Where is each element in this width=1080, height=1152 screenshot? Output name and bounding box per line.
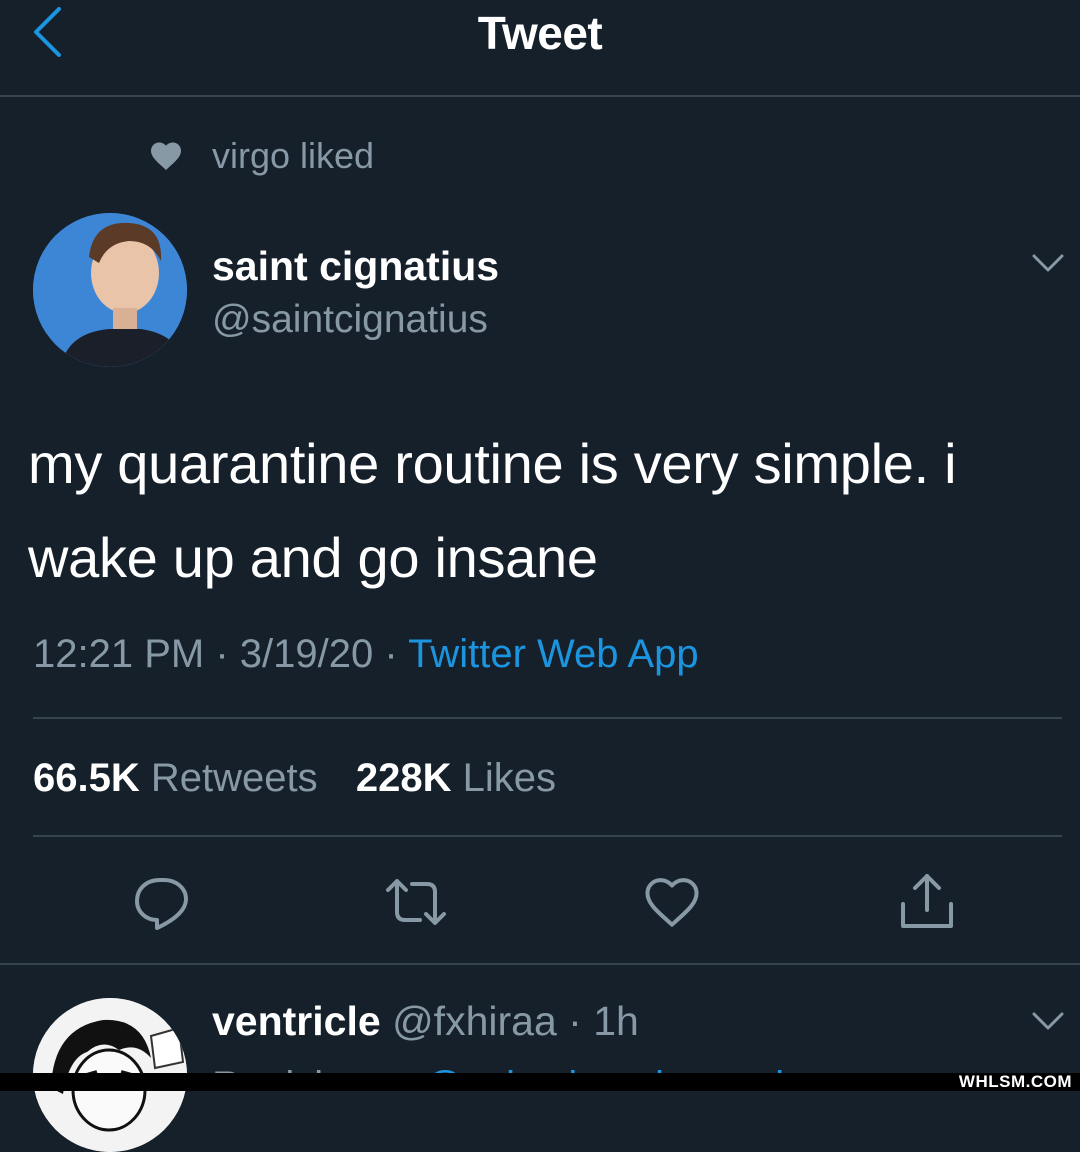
reply-meta-separator: · [556, 998, 594, 1044]
reply-context: Replying to @saintcignatius and [212, 1054, 784, 1073]
retweets-label: Retweets [150, 756, 318, 800]
reply-header: ventricle @fxhiraa · 1h [212, 998, 639, 1045]
reply-author-handle[interactable]: @fxhiraa [392, 998, 557, 1044]
watermark-bar [0, 1073, 1080, 1091]
author-name[interactable]: saint cignatius [212, 243, 499, 290]
likes-count: 228K [355, 756, 452, 800]
reply-author-name[interactable]: ventricle [212, 998, 381, 1044]
likes-stat[interactable]: 228K Likes [356, 756, 556, 800]
like-button[interactable] [640, 870, 704, 934]
divider [0, 963, 1080, 965]
share-icon [901, 874, 953, 928]
share-button[interactable] [895, 870, 959, 934]
watermark: WHLSM.COM [958, 1072, 1072, 1091]
author-handle[interactable]: @saintcignatius [212, 298, 488, 342]
chevron-down-icon[interactable] [1028, 248, 1068, 278]
reply-button[interactable] [130, 870, 194, 934]
engagement-stats: 66.5K Retweets 228K Likes [33, 756, 556, 801]
profile-photo [33, 213, 187, 367]
retweet-button[interactable] [384, 870, 448, 934]
retweet-icon [386, 879, 446, 925]
meta-separator: · [215, 632, 240, 676]
reply-context-prefix: Replying to [212, 1064, 412, 1073]
tweet-time: 12:21 PM [33, 632, 205, 676]
heart-outline-icon [645, 878, 699, 927]
tweet-date: 3/19/20 [239, 632, 374, 676]
comment-icon [135, 878, 188, 930]
retweets-count: 66.5K [33, 756, 140, 800]
tweet-source-link[interactable]: Twitter Web App [408, 632, 699, 676]
social-context: virgo liked [148, 133, 374, 179]
divider [33, 717, 1062, 719]
tweet-text: my quarantine routine is very simple. i … [28, 432, 957, 589]
reply-time: 1h [593, 998, 639, 1044]
likes-label: Likes [462, 756, 557, 800]
divider [33, 835, 1062, 837]
avatar[interactable] [33, 213, 187, 367]
social-context-text: virgo liked [212, 135, 375, 176]
tweet-meta: 12:21 PM · 3/19/20 · Twitter Web App [33, 632, 699, 677]
heart-filled-icon [151, 142, 181, 170]
top-bar: Tweet [0, 0, 1080, 97]
retweets-stat[interactable]: 66.5K Retweets [33, 756, 329, 800]
meta-separator: · [384, 632, 409, 676]
reply-context-mention[interactable]: @saintcignatius and [423, 1064, 784, 1073]
page-title: Tweet [477, 7, 603, 59]
chevron-down-icon[interactable] [1028, 1006, 1068, 1036]
